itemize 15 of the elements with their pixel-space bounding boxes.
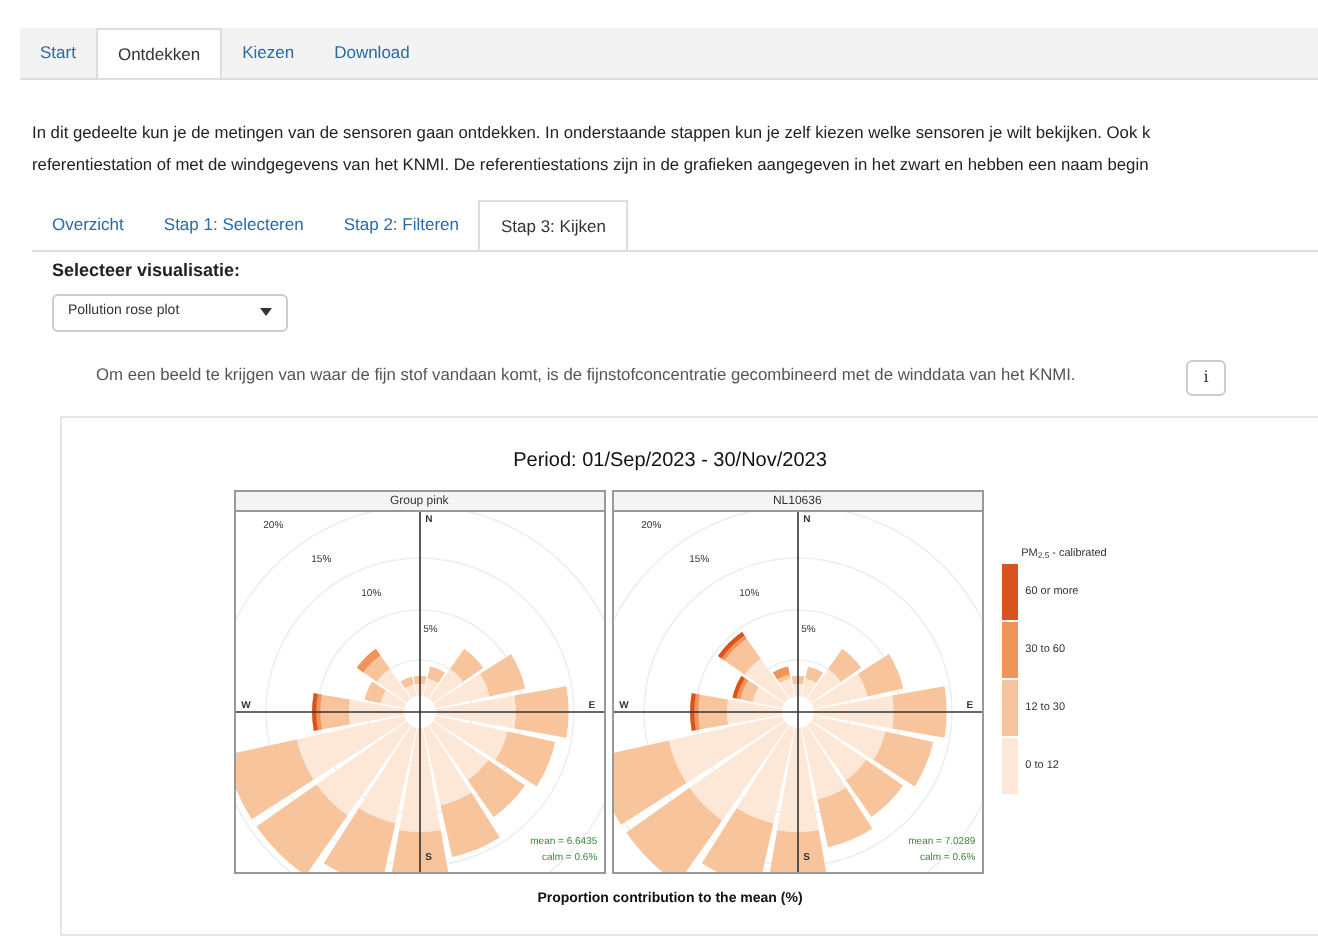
note-text: Om een beeld te krijgen van waar de fijn stof vandaan komt, is de fijnstofconcentratie gecombineerd met de winddata van het KNMI.	[96, 361, 1078, 387]
caret-icon	[260, 308, 272, 316]
intro-text: In dit gedeelte kun je de metingen van de sensoren gaan ontdekken. In onderstaande stappen kun je zelf kiezen welke sensoren je wilt bekijken. Ook k	[32, 120, 1151, 146]
intro-text: referentiestation of met de windgegevens van het KNMI. De referentiestations zijn in de grafieken aangegeven in het zwart en hebben een naam begin	[32, 152, 1149, 178]
step-tab[interactable]: Stap 2: Filteren	[323, 200, 479, 250]
step-tab[interactable]: Overzicht	[32, 200, 144, 250]
step-tab[interactable]: Stap 3: Kijken	[478, 200, 628, 250]
nav-tab[interactable]: Ontdekken	[95, 28, 223, 78]
info-button[interactable]: i	[1186, 359, 1226, 395]
nav-tab[interactable]: Kiezen	[222, 28, 315, 78]
step-tab[interactable]: Stap 1: Selecteren	[143, 200, 324, 250]
nav-tab[interactable]: Download	[314, 28, 430, 78]
plot-title: Period: 01/Sep/2023 - 30/Nov/2023	[513, 447, 827, 475]
nav-tab[interactable]: Start	[20, 28, 96, 78]
visualisation-label: Selecteer visualisatie:	[52, 258, 243, 284]
